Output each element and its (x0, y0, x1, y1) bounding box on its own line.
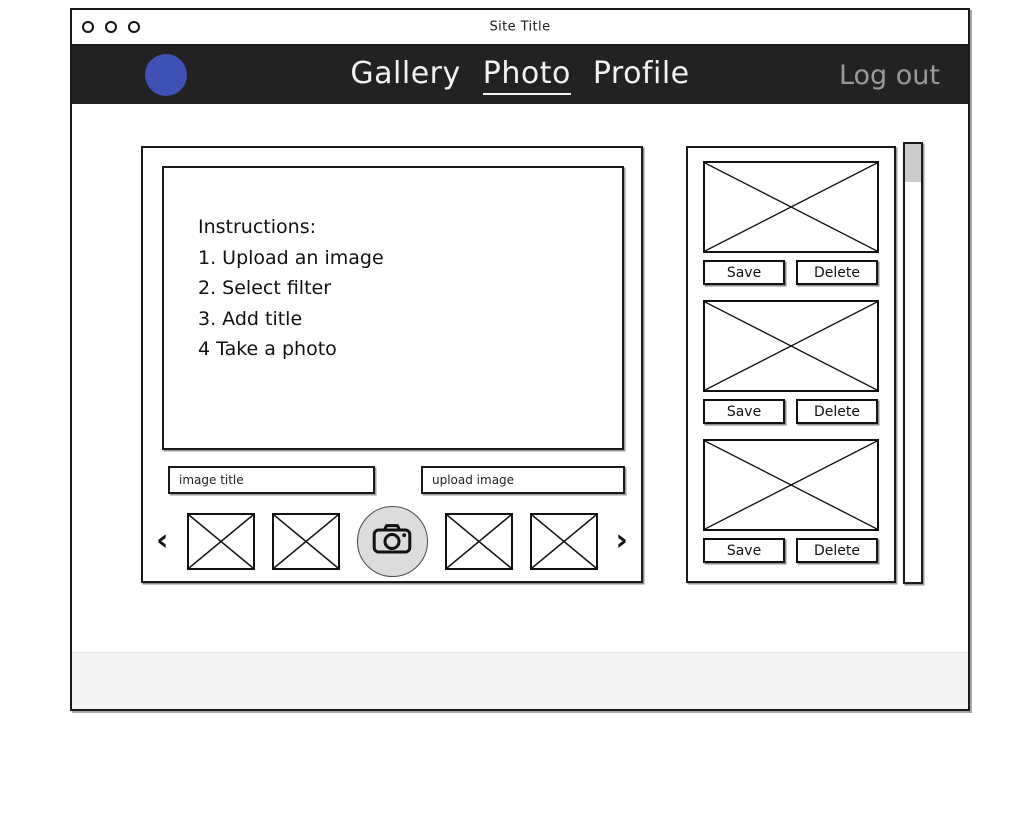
instructions-step-3: 3. Add title (198, 307, 303, 330)
upload-image-input[interactable]: upload image (421, 466, 625, 494)
save-button[interactable]: Save (703, 260, 785, 285)
instructions-step-2: 2. Select filter (198, 277, 332, 299)
instructions-list: Instructions: 1. Upload an image 2. Sele… (198, 212, 384, 365)
filter-thumbnail-3[interactable] (444, 512, 513, 570)
gallery-image-placeholder[interactable] (703, 300, 879, 392)
filter-thumbnail-1[interactable] (186, 512, 255, 570)
instructions-heading: Instructions: (198, 216, 316, 238)
photo-preview-box[interactable]: Instructions: 1. Upload an image 2. Sele… (162, 166, 624, 450)
delete-button[interactable]: Delete (796, 260, 878, 285)
top-navbar: Gallery Photo Profile Log out (72, 46, 968, 104)
filter-thumbnail-4[interactable] (529, 512, 598, 570)
list-item: Save Delete (703, 439, 879, 563)
save-button[interactable]: Save (703, 399, 785, 424)
list-item: Save Delete (703, 300, 879, 424)
take-photo-button[interactable] (356, 505, 428, 577)
site-title: Site Title (489, 19, 551, 35)
wireframe-canvas: Site Title Gallery Photo Profile Log out… (0, 0, 1025, 821)
page-footer (72, 652, 968, 709)
delete-button[interactable]: Delete (796, 538, 878, 563)
camera-icon (372, 523, 412, 559)
save-button[interactable]: Save (703, 538, 785, 563)
carousel-prev-icon[interactable]: ‹ (155, 526, 169, 556)
editor-fields-row: image title upload image (143, 466, 641, 496)
gallery-item-actions: Save Delete (703, 538, 879, 563)
nav-link-gallery[interactable]: Gallery (350, 56, 460, 93)
gallery-item-actions: Save Delete (703, 260, 879, 285)
instructions-step-1: 1. Upload an image (198, 246, 384, 269)
gallery-scrollbar-thumb[interactable] (905, 144, 921, 182)
gallery-image-placeholder[interactable] (703, 161, 879, 253)
carousel-next-icon[interactable]: › (615, 526, 629, 556)
filter-thumbnail-2[interactable] (271, 512, 340, 570)
nav-link-photo[interactable]: Photo (482, 56, 571, 95)
browser-window: Site Title Gallery Photo Profile Log out… (70, 8, 970, 711)
photo-editor-panel: Instructions: 1. Upload an image 2. Sele… (141, 146, 643, 583)
gallery-list: Save Delete Save Delete Save Delete (688, 161, 894, 563)
image-title-input[interactable]: image title (168, 466, 375, 494)
gallery-scrollbar[interactable] (903, 142, 923, 584)
saved-gallery-panel: Save Delete Save Delete Save Delete (686, 146, 896, 583)
gallery-item-actions: Save Delete (703, 399, 879, 424)
filter-carousel: ‹ › (143, 505, 641, 577)
page-body: Instructions: 1. Upload an image 2. Sele… (72, 104, 968, 709)
instructions-step-4: 4 Take a photo (198, 338, 337, 360)
logout-button[interactable]: Log out (839, 60, 940, 91)
nav-links: Gallery Photo Profile (72, 56, 968, 95)
browser-titlebar: Site Title (72, 10, 968, 46)
nav-link-profile[interactable]: Profile (593, 56, 690, 93)
delete-button[interactable]: Delete (796, 399, 878, 424)
gallery-image-placeholder[interactable] (703, 439, 879, 531)
list-item: Save Delete (703, 161, 879, 285)
